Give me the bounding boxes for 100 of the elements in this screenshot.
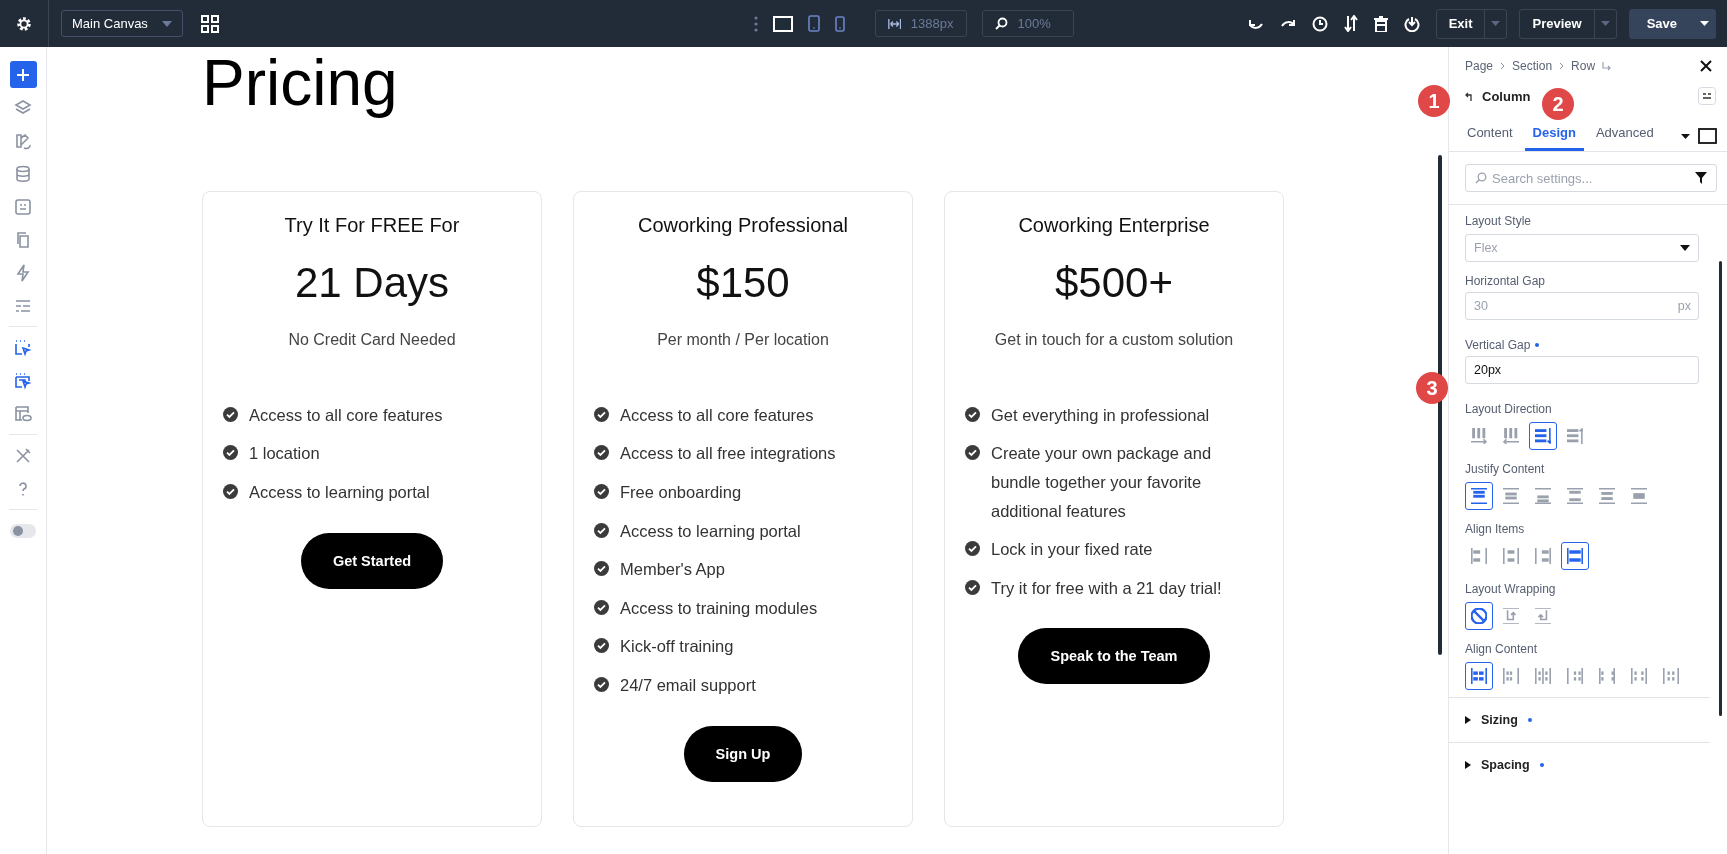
- caret-icon: [1680, 245, 1690, 251]
- trash-icon[interactable]: [1373, 15, 1388, 32]
- lightning-icon[interactable]: [14, 263, 32, 282]
- check-icon: [223, 445, 238, 461]
- feature-text: Try it for free with a 21 day trial!: [991, 577, 1222, 599]
- plus-icon: [17, 68, 29, 81]
- plan-price: 21 Days: [294, 258, 450, 307]
- page-heading: Pricing: [202, 47, 398, 121]
- panel-tab[interactable]: Content: [1459, 121, 1521, 151]
- toggle-switch[interactable]: [10, 523, 36, 538]
- undo-icon[interactable]: [1247, 17, 1264, 30]
- split-button[interactable]: Exit: [1435, 8, 1508, 39]
- collapsible-section[interactable]: Spacing: [1449, 742, 1710, 787]
- grid-icon[interactable]: [201, 14, 219, 33]
- element-name: Column: [1482, 88, 1531, 104]
- wrap-icon: [1535, 608, 1551, 624]
- search-icon: [994, 17, 1008, 30]
- database-icon[interactable]: [14, 164, 32, 183]
- scrollbar[interactable]: [1438, 155, 1442, 655]
- feature-text: Create your own package and bundle together your favorite additional features: [991, 443, 1213, 522]
- module-icon[interactable]: [14, 197, 32, 216]
- align-option[interactable]: [1561, 542, 1589, 570]
- align-icon: [1535, 548, 1551, 564]
- panel-tab[interactable]: Advanced: [1587, 121, 1662, 151]
- justify-option[interactable]: [1465, 482, 1493, 510]
- direction-icon: [1503, 428, 1519, 444]
- align-content-option[interactable]: [1465, 662, 1493, 690]
- filter-icon[interactable]: [1695, 172, 1707, 184]
- plan-price: $500+: [1055, 258, 1173, 307]
- direction-icon: [1535, 428, 1551, 444]
- caret-icon[interactable]: [1681, 133, 1690, 139]
- tablet-icon[interactable]: [807, 15, 820, 32]
- breadcrumb-link[interactable]: Page: [1465, 59, 1494, 73]
- collapsible-section[interactable]: Sizing: [1449, 697, 1710, 742]
- justify-icon: [1535, 488, 1551, 504]
- palette-icon[interactable]: [14, 131, 32, 150]
- tools-icon[interactable]: [14, 446, 32, 465]
- step-badge: 3: [1416, 372, 1448, 404]
- content-icon: [1503, 668, 1519, 684]
- step-badge: 2: [1542, 88, 1574, 120]
- setting-label: Layout Style: [1465, 213, 1532, 228]
- wrap-icon: [1471, 608, 1487, 624]
- desktop-icon[interactable]: [772, 15, 793, 32]
- setting-label: Horizontal Gap: [1465, 273, 1546, 288]
- breadcrumb-link[interactable]: Section: [1512, 59, 1553, 73]
- plan-title: Coworking Enterprise: [1018, 213, 1210, 237]
- plan-subtitle: No Credit Card Needed: [288, 330, 456, 349]
- feature-text: 1 location: [249, 443, 320, 465]
- presets-icon[interactable]: [1698, 87, 1716, 105]
- caret-icon: [1465, 761, 1471, 769]
- pages-icon[interactable]: [14, 230, 32, 249]
- search-field[interactable]: Search settings...: [1465, 164, 1717, 192]
- caret-icon: [162, 20, 172, 27]
- feature-text: Access to all core features: [620, 404, 814, 426]
- settings-icon[interactable]: [15, 14, 33, 33]
- feature-text: Access to learning portal: [620, 520, 801, 542]
- add-button[interactable]: [9, 61, 37, 88]
- back-arrow-icon[interactable]: [1465, 91, 1474, 101]
- square-icon[interactable]: [1698, 128, 1717, 144]
- split-button[interactable]: Save: [1628, 8, 1716, 39]
- clock-icon[interactable]: [1311, 15, 1328, 32]
- layers-icon[interactable]: [14, 98, 32, 117]
- cta-button[interactable]: Speak to the Team: [1018, 628, 1210, 685]
- justify-icon: [1503, 488, 1519, 504]
- canvas-dropdown[interactable]: Main Canvas: [61, 10, 183, 37]
- setting-label: Layout Wrapping: [1465, 581, 1556, 596]
- check-icon: [594, 522, 609, 538]
- check-icon: [223, 406, 238, 422]
- cta-button[interactable]: Get Started: [300, 532, 444, 589]
- scrollbar[interactable]: [1719, 261, 1722, 716]
- sort-icon[interactable]: [1343, 15, 1358, 32]
- cta-button[interactable]: Sign Up: [683, 725, 803, 782]
- power-icon[interactable]: [1403, 15, 1420, 32]
- input-field[interactable]: 20px: [1465, 356, 1699, 384]
- phone-icon[interactable]: [834, 15, 845, 32]
- panel-tab[interactable]: Design: [1524, 121, 1584, 151]
- layout-eye-icon[interactable]: [14, 404, 32, 423]
- plan-subtitle: Per month / Per location: [657, 330, 829, 349]
- return-arrow-icon[interactable]: [1602, 61, 1613, 71]
- setting-label: Align Items: [1465, 521, 1525, 536]
- justify-icon: [1631, 488, 1647, 504]
- check-icon: [594, 599, 609, 615]
- wrap-option[interactable]: [1465, 602, 1493, 630]
- content-icon: [1567, 668, 1583, 684]
- direction-option[interactable]: [1529, 422, 1557, 450]
- breadcrumb-link[interactable]: Row: [1571, 59, 1596, 73]
- cursor-select-icon[interactable]: [14, 338, 32, 357]
- plan-price: $150: [696, 258, 790, 307]
- width-arrows-icon: [887, 17, 901, 30]
- caret-icon[interactable]: [1700, 21, 1709, 26]
- cursor-box-icon[interactable]: [14, 371, 32, 390]
- check-icon: [965, 406, 980, 422]
- justify-icon: [1471, 488, 1487, 504]
- align-icon: [1567, 548, 1583, 564]
- content-icon: [1631, 668, 1647, 684]
- close-icon[interactable]: [1700, 60, 1712, 72]
- check-icon: [594, 638, 609, 654]
- direction-icon: [1567, 428, 1583, 444]
- more-icon[interactable]: [753, 15, 758, 32]
- split-button[interactable]: Preview: [1519, 8, 1617, 39]
